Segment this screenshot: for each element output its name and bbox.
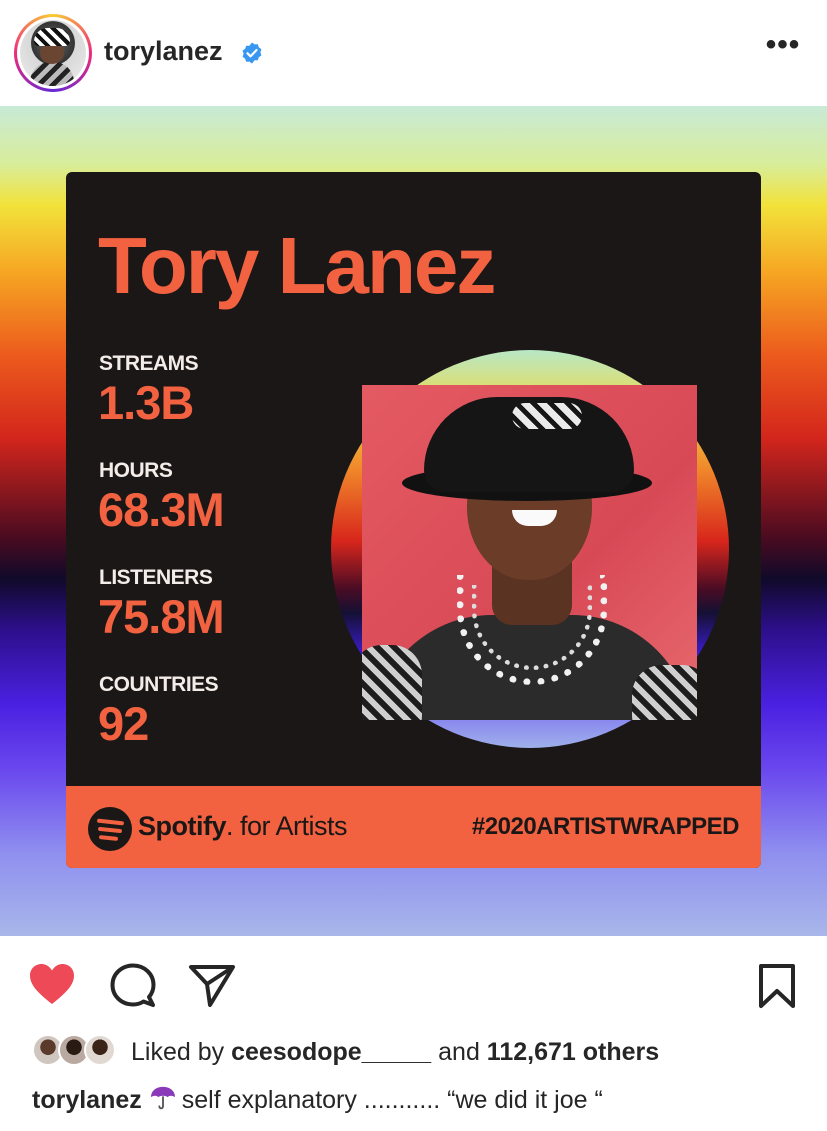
- stat-value-listeners: 75.8M: [98, 590, 225, 643]
- send-icon[interactable]: [188, 964, 236, 1008]
- spotify-logo-icon: [88, 807, 132, 851]
- stat-value-streams: 1.3B: [98, 376, 194, 429]
- artist-photo: [362, 385, 697, 720]
- stat-value-countries: 92: [98, 697, 149, 750]
- wrapped-hashtag: #2020ARTISTWRAPPED: [471, 813, 740, 840]
- avatar: [84, 1034, 116, 1066]
- stat-label-hours: HOURS: [99, 459, 173, 482]
- spotify-for-artists: Spotify. for Artists: [138, 811, 348, 841]
- heart-filled-icon[interactable]: [28, 962, 76, 1006]
- umbrella-icon: [150, 1086, 175, 1110]
- likes-row[interactable]: Liked by ceesodope_____ and 112,671 othe…: [32, 1034, 812, 1070]
- more-options-button[interactable]: •••: [765, 30, 801, 64]
- artist-name: Tory Lanez: [98, 221, 496, 310]
- card-footer: Spotify. for Artists #2020ARTISTWRAPPED: [66, 786, 761, 868]
- stat-label-countries: COUNTRIES: [99, 673, 219, 696]
- comment-icon[interactable]: [110, 963, 156, 1009]
- liker-avatars: [32, 1034, 124, 1068]
- caption-text: self explanatory ........... “we did it …: [181, 1086, 603, 1114]
- post-image[interactable]: Tory Lanez STREAMS 1.3B HOURS 68.3M LIST…: [0, 106, 827, 936]
- liked-by-text: Liked by ceesodope_____ and 112,671 othe…: [131, 1038, 660, 1066]
- bookmark-icon[interactable]: [758, 963, 796, 1009]
- caption-username[interactable]: torylanez: [32, 1086, 142, 1114]
- wrapped-card: Tory Lanez STREAMS 1.3B HOURS 68.3M LIST…: [66, 172, 761, 868]
- likes-count[interactable]: 112,671 others: [487, 1038, 659, 1066]
- verified-badge-icon: [242, 42, 262, 64]
- stat-label-streams: STREAMS: [99, 352, 199, 375]
- username[interactable]: torylanez: [104, 36, 223, 67]
- stat-label-listeners: LISTENERS: [99, 566, 213, 589]
- avatar[interactable]: [14, 14, 92, 92]
- action-bar: [0, 936, 827, 1026]
- stat-value-hours: 68.3M: [98, 483, 225, 536]
- caption: torylanez self explanatory ........... “…: [32, 1086, 603, 1115]
- more-horizontal-icon: •••: [765, 28, 801, 61]
- liker-username[interactable]: ceesodope_____: [231, 1038, 431, 1066]
- avatar-image: [20, 20, 86, 86]
- post-header: torylanez •••: [0, 0, 827, 106]
